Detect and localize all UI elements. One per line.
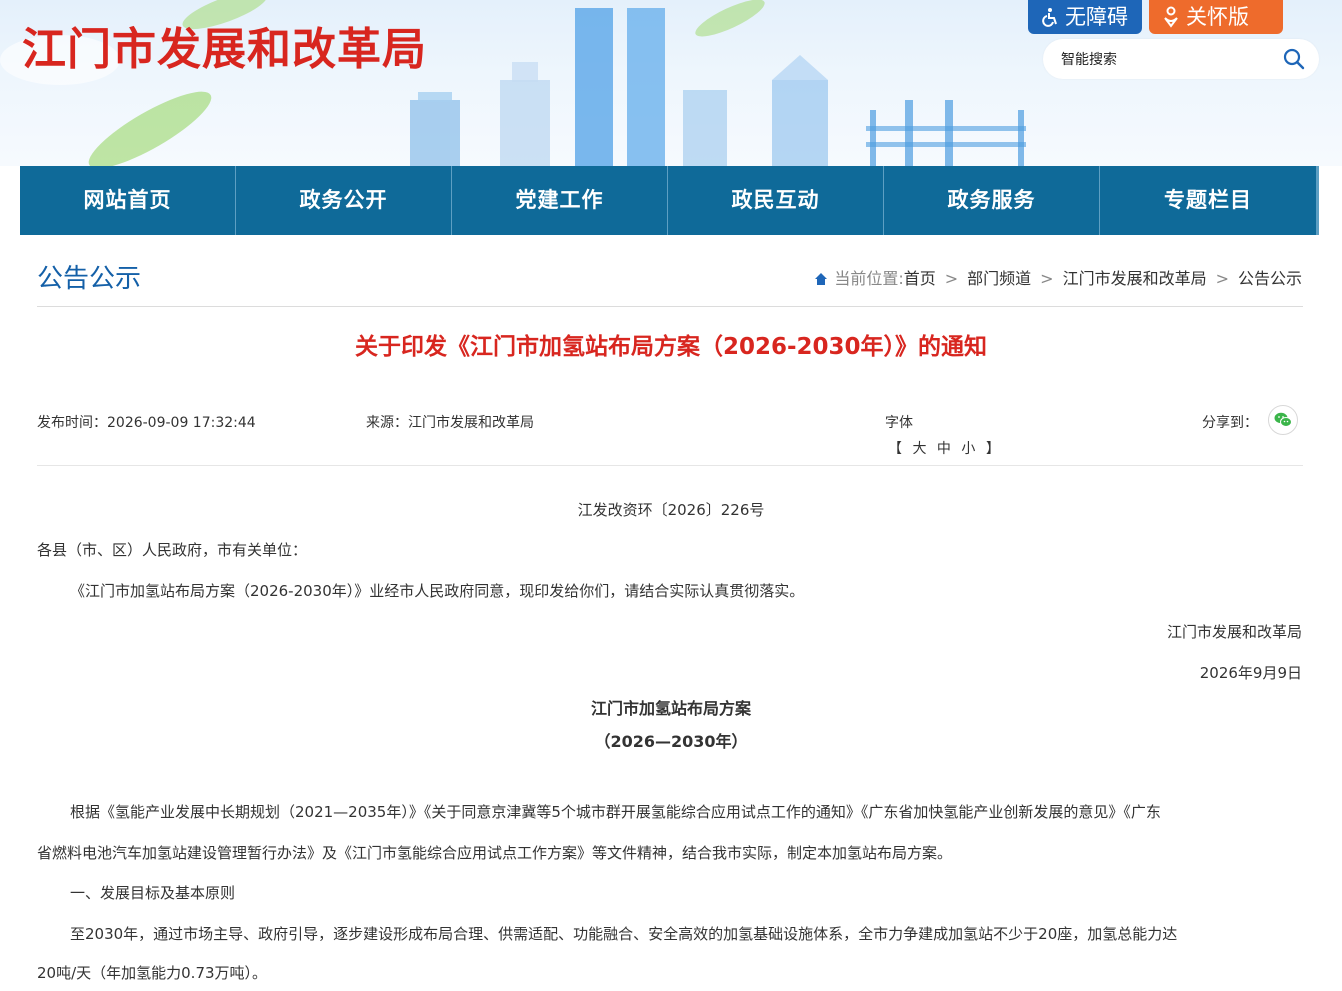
paragraph-2-line-1: 至2030年，通过市场主导、政府引导，逐步建设形成布局合理、供需适配、功能融合、… [70,925,1178,943]
breadcrumb: 当前位置: 首页 > 部门频道 > 江门市发展和改革局 > 公告公示 [814,267,1302,291]
font-size-selector: 【 大 中 小 】 [885,438,1003,458]
main-nav: 网站首页 政务公开 党建工作 政民互动 政务服务 专题栏目 [20,166,1319,235]
font-size-medium[interactable]: 中 [937,441,951,457]
breadcrumb-department-link[interactable]: 部门频道 [967,267,1031,291]
accessibility-button[interactable]: 无障碍 [1028,0,1142,34]
wheelchair-icon [1042,8,1057,27]
nav-item-public-interaction[interactable]: 政民互动 [668,166,884,235]
document-number: 江发改资环〔2026〕226号 [577,501,765,519]
section-title: 公告公示 [37,264,142,294]
paragraph-2-line-2: 20吨/天（年加氢能力0.73万吨）。 [37,964,268,982]
plan-years: （2026—2030年） [594,732,748,751]
accessibility-label: 无障碍 [1065,5,1128,29]
nav-item-home[interactable]: 网站首页 [20,166,236,235]
article-title: 关于印发《江门市加氢站布局方案（2026-2030年）》的通知 [354,334,988,360]
font-bracket-close: 】 [985,441,1000,457]
breadcrumb-notices-link[interactable]: 公告公示 [1238,267,1302,291]
meta-divider [37,465,1303,466]
article-source: 来源：江门市发展和改革局 [366,415,534,431]
search-input[interactable] [1059,48,1273,72]
paragraph-1-line-2: 省燃料电池汽车加氢站建设管理暂行办法》及《江门市氢能综合应用试点工作方案》等文件… [37,844,953,862]
site-title[interactable]: 江门市发展和改革局 [22,22,427,78]
font-size-large[interactable]: 大 [912,441,926,457]
search-box [1043,39,1319,79]
font-size-label: 字体 [885,415,913,431]
home-icon [815,273,828,285]
nav-item-special-topics[interactable]: 专题栏目 [1100,166,1319,235]
wechat-share-button[interactable] [1268,405,1298,435]
salutation: 各县（市、区）人民政府，市有关单位： [37,541,308,559]
breadcrumb-separator: > [1040,269,1054,288]
nav-item-party-building[interactable]: 党建工作 [452,166,668,235]
breadcrumb-home-link[interactable]: 首页 [904,267,936,291]
breadcrumb-bureau-link[interactable]: 江门市发展和改革局 [1063,267,1207,291]
care-person-icon [1164,6,1178,28]
signature: 江门市发展和改革局 [1166,623,1302,641]
breadcrumb-label: 当前位置: [834,269,904,288]
signature-date: 2026年9月9日 [1199,664,1302,682]
breadcrumb-separator: > [1215,269,1229,288]
search-icon[interactable] [1283,48,1305,70]
intro-paragraph: 《江门市加氢站布局方案（2026-2030年）》业经市人民政府同意，现印发给你们… [70,582,805,600]
font-size-small[interactable]: 小 [961,441,975,457]
nav-item-government-affairs[interactable]: 政务公开 [236,166,452,235]
header-banner: 江门市发展和改革局 无障碍 关怀版 [0,0,1342,166]
paragraph-1-line-1: 根据《氢能产业发展中长期规划（2021—2035年）》《关于同意京津冀等5个城市… [70,803,1161,821]
care-mode-button[interactable]: 关怀版 [1149,0,1283,34]
breadcrumb-separator: > [944,269,959,288]
care-mode-label: 关怀版 [1186,5,1249,29]
nav-item-government-services[interactable]: 政务服务 [884,166,1100,235]
share-label: 分享到： [1202,415,1258,431]
section-divider [37,306,1303,307]
publish-time: 发布时间：2026-09-09 17:32:44 [37,415,256,431]
plan-title: 江门市加氢站布局方案 [590,699,751,718]
font-bracket-open: 【 [888,441,902,457]
wechat-icon [1274,412,1292,427]
heading-goals-principles: 一、发展目标及基本原则 [70,884,236,902]
